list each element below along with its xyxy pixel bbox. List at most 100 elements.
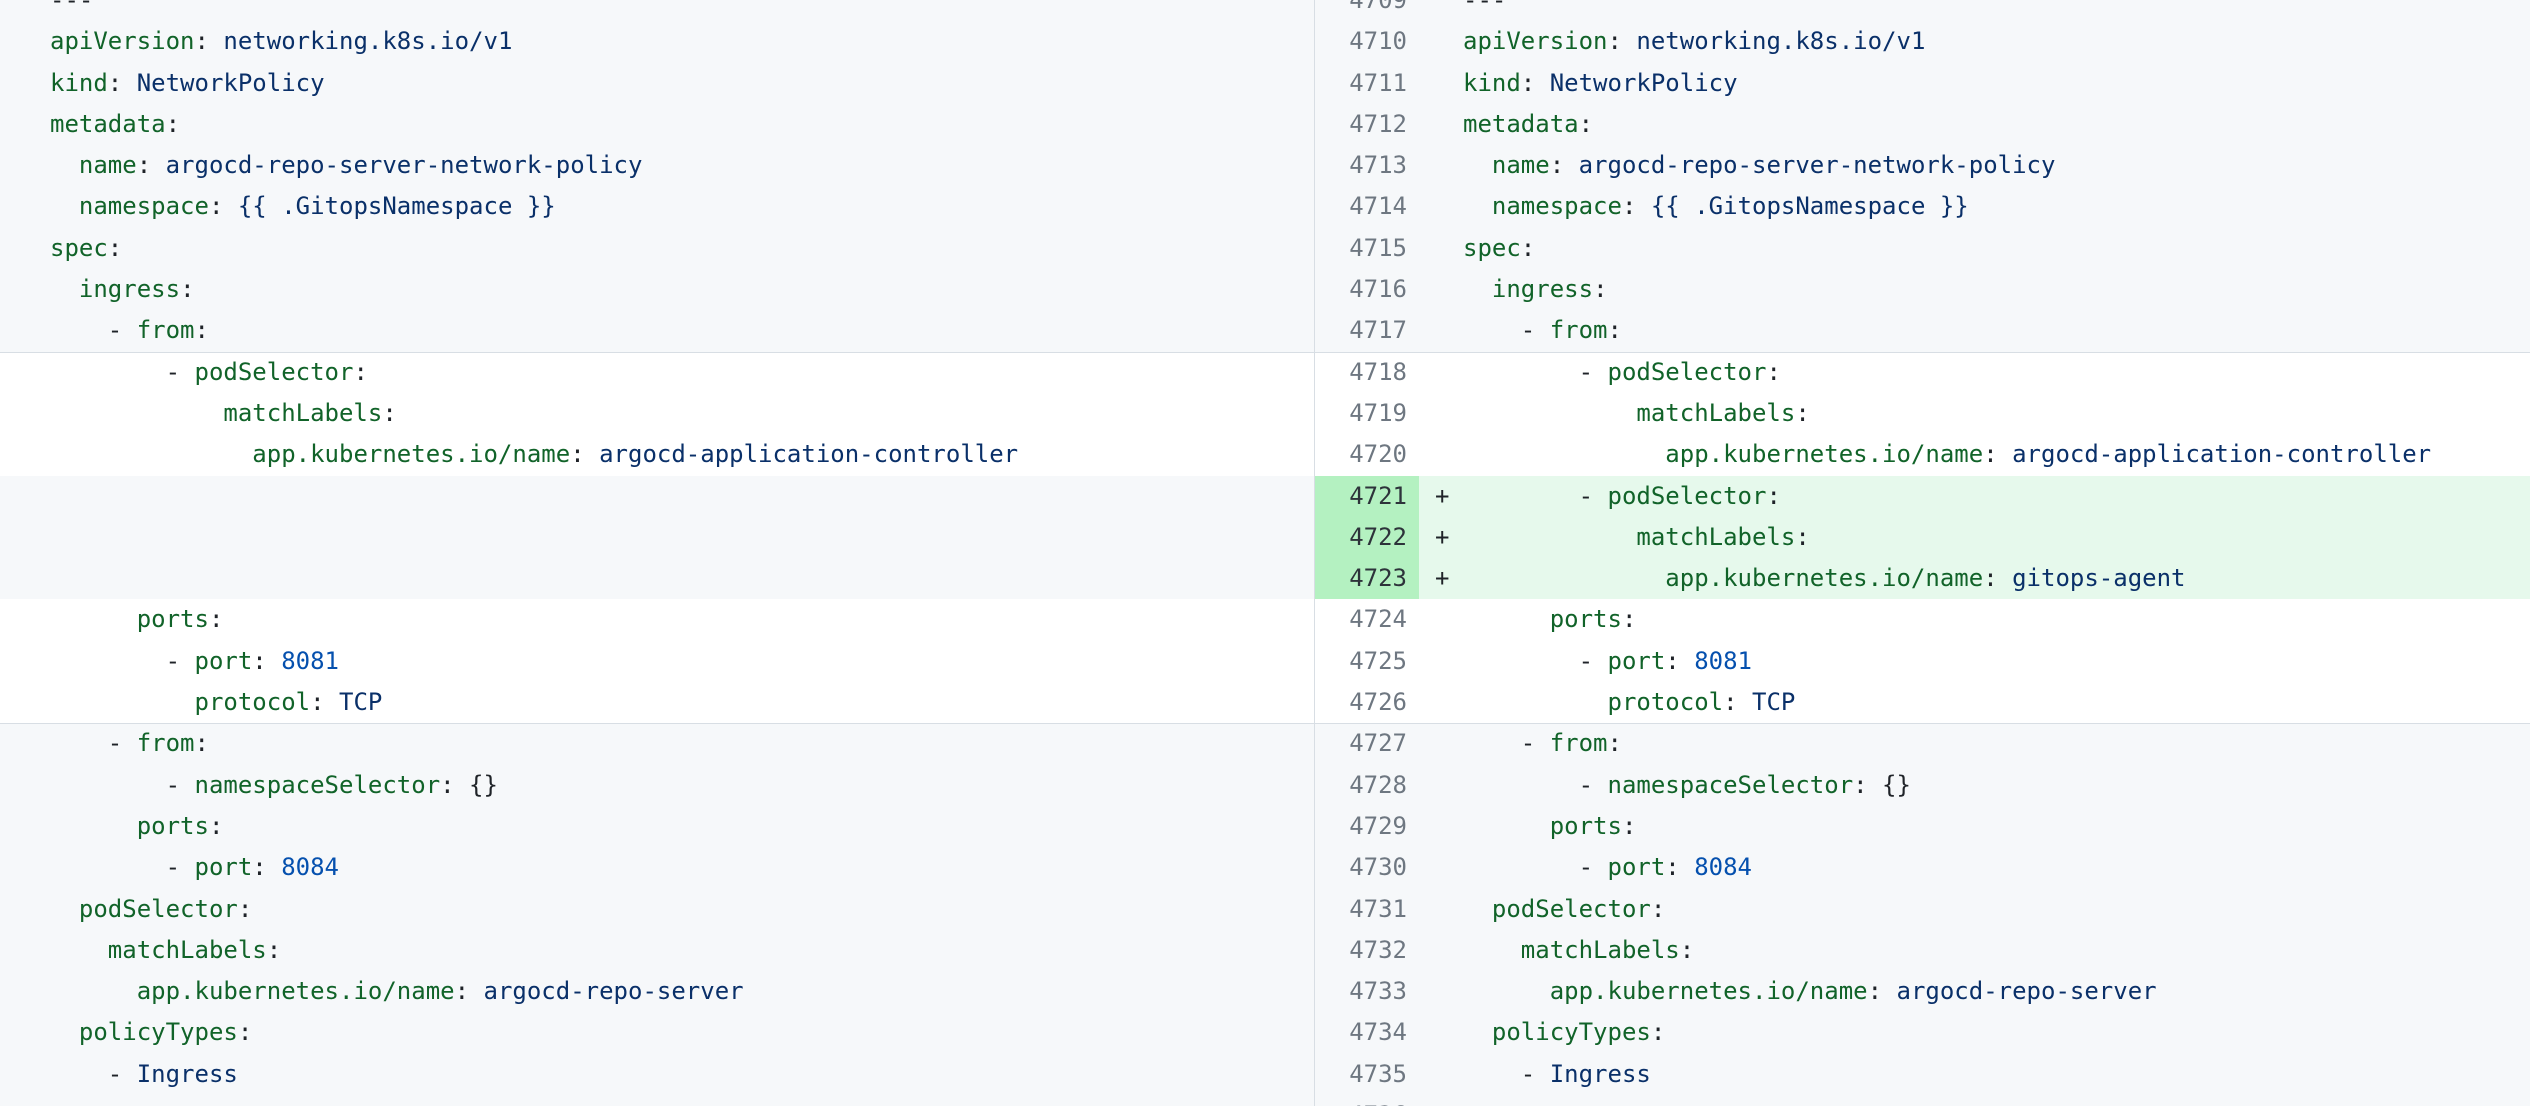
line-number[interactable]: 4723: [1315, 558, 1419, 599]
line-number[interactable]: 4727: [1315, 723, 1419, 764]
code-line: protocol: TCP: [0, 682, 1314, 723]
code-token: :: [1550, 151, 1579, 179]
diff-row-right: 4713 name: argocd-repo-server-network-po…: [1315, 145, 2530, 186]
line-number[interactable]: 4732: [1315, 930, 1419, 971]
code-line: metadata:: [1419, 104, 2530, 145]
code-line: - port: 8084: [1419, 847, 2530, 888]
line-number[interactable]: 4712: [1315, 104, 1419, 145]
code-token: metadata: [1463, 110, 1579, 138]
code-token: [50, 936, 108, 964]
code-token: :: [195, 729, 209, 757]
code-token: app.kubernetes.io/name: [137, 977, 455, 1005]
code-token: [1463, 1018, 1492, 1046]
line-number[interactable]: 4735: [1315, 1054, 1419, 1095]
code-token: :: [1665, 647, 1694, 675]
line-number[interactable]: 4725: [1315, 641, 1419, 682]
code-token: podSelector: [1492, 895, 1651, 923]
diff-row-left: ---: [0, 1095, 1314, 1106]
code-token: namespaceSelector: [195, 771, 441, 799]
line-number[interactable]: 4710: [1315, 21, 1419, 62]
code-token: -: [1463, 316, 1550, 344]
diff-row-right: 4729 ports:: [1315, 806, 2530, 847]
code-token: [1463, 936, 1521, 964]
line-number[interactable]: 4730: [1315, 847, 1419, 888]
code-token: -: [50, 316, 137, 344]
line-number[interactable]: 4711: [1315, 63, 1419, 104]
diff-row-right: 4732 matchLabels:: [1315, 930, 2530, 971]
diff-row-left: namespace: {{ .GitopsNamespace }}: [0, 186, 1314, 227]
diff-row-left: - port: 8084: [0, 847, 1314, 888]
line-number[interactable]: 4721: [1315, 476, 1419, 517]
code-line: - port: 8081: [0, 641, 1314, 682]
line-number[interactable]: 4717: [1315, 310, 1419, 351]
code-token: :: [209, 812, 223, 840]
code-token: spec: [50, 234, 108, 262]
line-number[interactable]: 4724: [1315, 599, 1419, 640]
code-token: :: [1521, 234, 1535, 262]
code-line: ---: [0, 1095, 1314, 1106]
line-number[interactable]: 4714: [1315, 186, 1419, 227]
code-token: app.kubernetes.io/name: [1665, 440, 1983, 468]
code-token: :: [440, 771, 469, 799]
diff-row-right: 4730 - port: 8084: [1315, 847, 2530, 888]
code-token: :: [1651, 1018, 1665, 1046]
diff-row-left-placeholder: [0, 558, 1314, 599]
code-token: :: [570, 440, 599, 468]
code-token: port: [1608, 853, 1666, 881]
code-token: policyTypes: [1492, 1018, 1651, 1046]
code-token: [50, 812, 137, 840]
code-token: -: [1463, 482, 1608, 510]
diff-row-right: 4709---: [1315, 0, 2530, 21]
code-token: :: [1680, 936, 1694, 964]
left-pane: ---apiVersion: networking.k8s.io/v1kind:…: [0, 0, 1315, 1106]
code-line: - podSelector:: [0, 352, 1314, 393]
line-number[interactable]: 4720: [1315, 434, 1419, 475]
code-token: podSelector: [1608, 482, 1767, 510]
code-line: ports:: [1419, 599, 2530, 640]
code-line: app.kubernetes.io/name: argocd-repo-serv…: [1419, 971, 2530, 1012]
line-number[interactable]: 4722: [1315, 517, 1419, 558]
line-number[interactable]: 4713: [1315, 145, 1419, 186]
line-number[interactable]: 4734: [1315, 1012, 1419, 1053]
line-number[interactable]: 4718: [1315, 352, 1419, 393]
code-token: NetworkPolicy: [137, 69, 325, 97]
line-number[interactable]: 4719: [1315, 393, 1419, 434]
line-number[interactable]: 4736: [1315, 1095, 1419, 1106]
code-token: :: [310, 688, 339, 716]
code-token: networking.k8s.io/v1: [223, 27, 512, 55]
line-number[interactable]: 4726: [1315, 682, 1419, 723]
diff-row-left: protocol: TCP: [0, 682, 1314, 723]
diff-row-left: - Ingress: [0, 1054, 1314, 1095]
code-token: argocd-repo-server-network-policy: [166, 151, 643, 179]
line-number[interactable]: 4709: [1315, 0, 1419, 21]
code-token: :: [455, 977, 484, 1005]
code-token: [50, 399, 223, 427]
code-token: namespace: [1492, 192, 1622, 220]
code-token: :: [238, 895, 252, 923]
code-token: argocd-application-controller: [2012, 440, 2431, 468]
line-number[interactable]: 4715: [1315, 228, 1419, 269]
code-line: ports:: [0, 599, 1314, 640]
line-number[interactable]: 4729: [1315, 806, 1419, 847]
code-token: :: [1853, 771, 1882, 799]
code-token: from: [137, 729, 195, 757]
diff-row-right: 4716 ingress:: [1315, 269, 2530, 310]
line-number[interactable]: 4728: [1315, 765, 1419, 806]
code-token: 8081: [1694, 647, 1752, 675]
code-token: :: [1868, 977, 1897, 1005]
line-number[interactable]: 4733: [1315, 971, 1419, 1012]
code-line: ---: [0, 0, 1314, 21]
line-number[interactable]: 4716: [1315, 269, 1419, 310]
code-line: - Ingress: [1419, 1054, 2530, 1095]
code-token: :: [195, 316, 209, 344]
code-line: - port: 8081: [1419, 641, 2530, 682]
diff-row-left: matchLabels:: [0, 930, 1314, 971]
line-number[interactable]: 4731: [1315, 889, 1419, 930]
code-token: {}: [1882, 771, 1911, 799]
code-line: protocol: TCP: [1419, 682, 2530, 723]
code-line: spec:: [1419, 228, 2530, 269]
diff-row-right: 4734 policyTypes:: [1315, 1012, 2530, 1053]
code-line: podSelector:: [1419, 889, 2530, 930]
code-line: ingress:: [1419, 269, 2530, 310]
code-token: ---: [1463, 1101, 1506, 1106]
